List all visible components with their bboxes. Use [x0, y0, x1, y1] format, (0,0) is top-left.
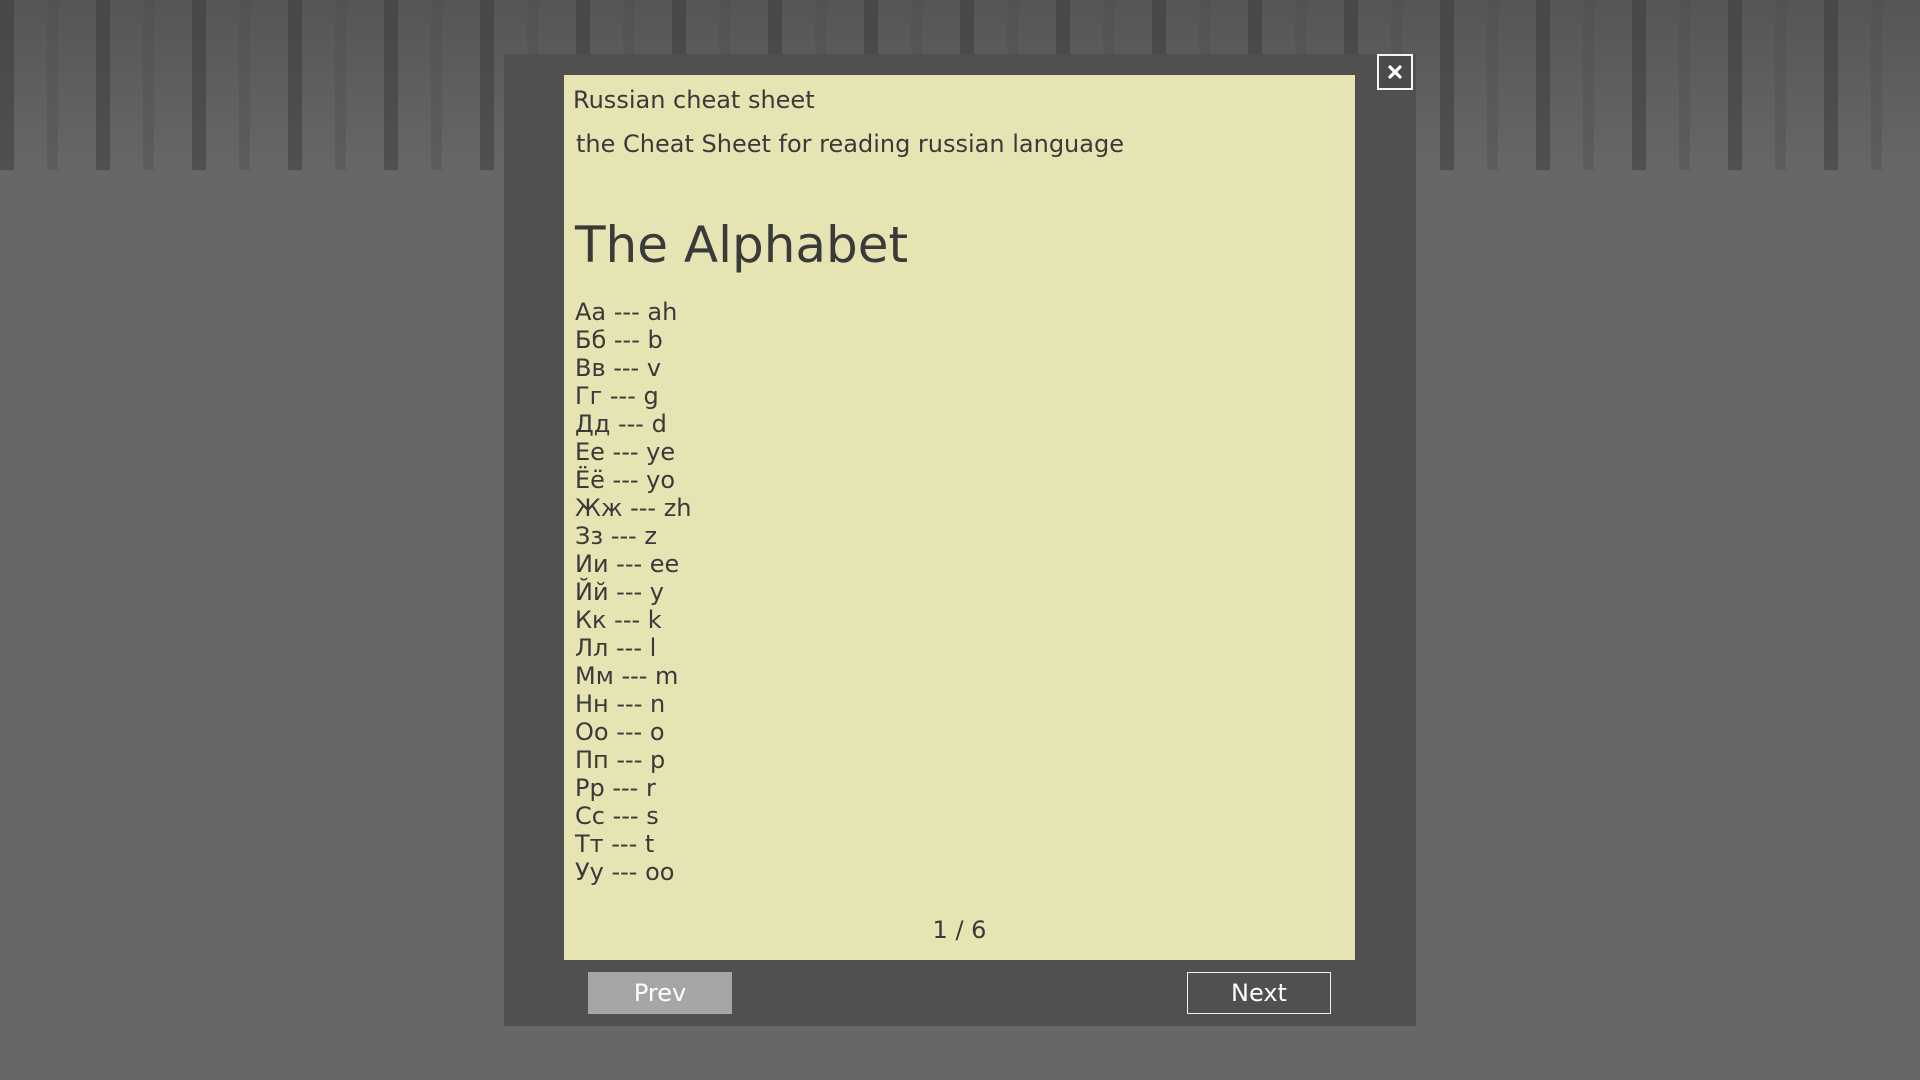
list-item: Вв --- v	[575, 354, 662, 382]
close-icon	[1388, 65, 1402, 79]
prev-button[interactable]: Prev	[588, 972, 732, 1014]
list-item: Сс --- s	[575, 802, 659, 830]
list-item: Уу --- oo	[575, 858, 675, 886]
list-item: Ее --- ye	[575, 438, 676, 466]
list-item: Дд --- d	[575, 410, 667, 438]
list-item: Мм --- m	[575, 662, 679, 690]
close-button[interactable]	[1377, 54, 1413, 90]
alphabet-list: Аа --- ah Бб --- b Вв --- v Гг --- g Дд …	[575, 298, 692, 886]
list-item: Йй --- y	[575, 578, 664, 606]
list-item: Бб --- b	[575, 326, 663, 354]
document-title: Russian cheat sheet	[573, 86, 815, 114]
list-item: Пп --- p	[575, 746, 666, 774]
list-item: Кк --- k	[575, 606, 662, 634]
page-indicator: 1 / 6	[932, 916, 987, 944]
list-item: Ёё --- yo	[575, 466, 676, 494]
section-heading: The Alphabet	[575, 216, 909, 274]
game-screen: Russian cheat sheet the Cheat Sheet for …	[0, 0, 1920, 1080]
list-item: Нн --- n	[575, 690, 666, 718]
list-item: Ии --- ee	[575, 550, 680, 578]
document-subtitle: the Cheat Sheet for reading russian lang…	[576, 130, 1124, 158]
list-item: Лл --- l	[575, 634, 657, 662]
list-item: Тт --- t	[575, 830, 655, 858]
list-item: Оо --- o	[575, 718, 665, 746]
list-item: Зз --- z	[575, 522, 657, 550]
list-item: Рр --- r	[575, 774, 656, 802]
list-item: Гг --- g	[575, 382, 659, 410]
next-button[interactable]: Next	[1187, 972, 1331, 1014]
list-item: Жж --- zh	[575, 494, 692, 522]
list-item: Аа --- ah	[575, 298, 678, 326]
document-page: Russian cheat sheet the Cheat Sheet for …	[564, 75, 1355, 960]
